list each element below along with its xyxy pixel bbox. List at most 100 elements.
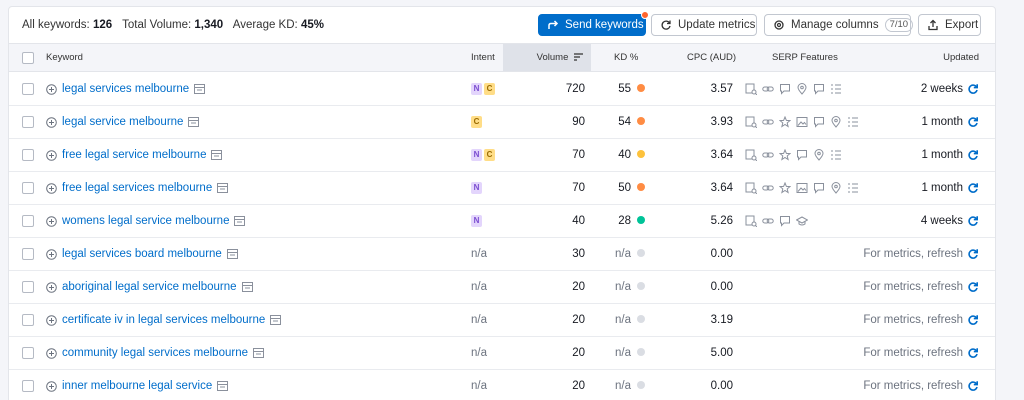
update-metrics-label: Update metrics — [678, 19, 756, 31]
volume-cell: 30 — [572, 248, 585, 260]
serp-snapshot-icon[interactable] — [253, 348, 264, 358]
updated-cell: For metrics, refresh — [863, 238, 979, 270]
table-row: aboriginal legal service melbourne n/a 20 n… — [9, 271, 995, 304]
keyword-link[interactable]: legal services melbourne — [62, 73, 189, 105]
column-keyword[interactable]: Keyword — [46, 44, 83, 71]
send-keywords-button[interactable]: Send keywords — [538, 11, 649, 36]
refresh-icon[interactable] — [967, 314, 979, 326]
kd-indicator — [637, 248, 645, 257]
add-to-list-icon[interactable] — [46, 380, 57, 392]
refresh-icon — [661, 20, 671, 30]
refresh-icon[interactable] — [967, 380, 979, 392]
kd-indicator — [637, 281, 645, 290]
star-icon — [779, 149, 791, 161]
row-checkbox[interactable] — [22, 281, 34, 293]
serp-snapshot-icon[interactable] — [217, 381, 229, 391]
keyword-link[interactable]: aboriginal legal service melbourne — [62, 271, 237, 303]
add-to-list-icon[interactable] — [46, 215, 57, 227]
keyword-link[interactable]: womens legal service melbourne — [62, 205, 229, 237]
export-button[interactable]: Export — [918, 14, 981, 36]
updated-cell: For metrics, refresh — [863, 271, 979, 303]
serp-snapshot-icon[interactable] — [270, 315, 282, 325]
serp-snapshot-icon[interactable] — [234, 216, 246, 226]
row-checkbox[interactable] — [22, 314, 34, 326]
add-to-list-icon[interactable] — [46, 314, 57, 326]
column-volume-label: Volume — [536, 52, 569, 63]
kd-value: n/a — [615, 314, 631, 326]
select-all-checkbox[interactable] — [22, 52, 34, 64]
column-cpc[interactable]: CPC (AUD) — [687, 44, 736, 71]
link-icon — [762, 218, 774, 224]
kd-indicator — [637, 149, 645, 158]
refresh-icon[interactable] — [967, 347, 979, 359]
refresh-icon[interactable] — [967, 83, 979, 95]
volume-cell: 20 — [572, 347, 585, 359]
serp-snapshot-icon[interactable] — [188, 117, 200, 127]
row-checkbox[interactable] — [22, 182, 34, 194]
add-to-list-icon[interactable] — [46, 281, 57, 293]
intent-cell: NC — [471, 139, 497, 171]
refresh-icon[interactable] — [967, 281, 979, 293]
link-icon — [762, 86, 774, 92]
kd-cell: 54 — [591, 106, 645, 138]
local-pack-icon — [797, 83, 807, 95]
keyword-link[interactable]: free legal services melbourne — [62, 172, 212, 204]
add-to-list-icon[interactable] — [46, 149, 57, 161]
intent-badge: C — [471, 115, 482, 128]
column-kd[interactable]: KD % — [614, 44, 638, 71]
add-to-list-icon[interactable] — [46, 347, 57, 359]
add-to-list-icon[interactable] — [46, 182, 57, 194]
cpc-cell: 5.26 — [710, 215, 733, 227]
column-volume[interactable]: Volume — [503, 44, 591, 71]
serp-snapshot-icon[interactable] — [217, 183, 229, 193]
row-checkbox[interactable] — [22, 347, 34, 359]
keyword-link[interactable]: legal service melbourne — [62, 106, 183, 138]
row-checkbox[interactable] — [22, 149, 34, 161]
add-to-list-icon[interactable] — [46, 83, 57, 95]
refresh-icon[interactable] — [967, 116, 979, 128]
manage-columns-button[interactable]: Manage columns 7/10 — [764, 14, 914, 36]
serp-snapshot-icon[interactable] — [241, 282, 253, 292]
keyword-summary: All keywords: 126 Total Volume: 1,340 Av… — [22, 19, 324, 31]
serp-snapshot-icon[interactable] — [194, 84, 206, 94]
update-metrics-button[interactable]: Update metrics — [651, 14, 757, 36]
refresh-icon[interactable] — [967, 182, 979, 194]
updated-value: 4 weeks — [920, 215, 963, 227]
column-serp-features[interactable]: SERP Features — [772, 44, 838, 71]
column-intent[interactable]: Intent — [471, 44, 495, 71]
kd-value: n/a — [615, 380, 631, 392]
keyword-link[interactable]: inner melbourne legal service — [62, 370, 212, 400]
keyword-link[interactable]: free legal service melbourne — [62, 139, 206, 171]
updated-cell: 1 month — [921, 139, 979, 171]
add-to-list-icon[interactable] — [46, 116, 57, 128]
notification-dot — [641, 11, 649, 19]
row-checkbox[interactable] — [22, 215, 34, 227]
row-checkbox[interactable] — [22, 380, 34, 392]
keyword-cell: legal services melbourne — [46, 73, 206, 105]
volume-cell: 90 — [572, 116, 585, 128]
kd-value: n/a — [615, 281, 631, 293]
kd-cell: n/a — [591, 370, 645, 400]
keyword-link[interactable]: certificate iv in legal services melbour… — [62, 304, 265, 336]
row-checkbox[interactable] — [22, 83, 34, 95]
volume-cell: 40 — [572, 215, 585, 227]
volume-cell: 70 — [572, 149, 585, 161]
keyword-link[interactable]: legal services board melbourne — [62, 238, 222, 270]
keyword-cell: certificate iv in legal services melbour… — [46, 304, 282, 336]
kd-value: n/a — [615, 347, 631, 359]
refresh-icon[interactable] — [967, 149, 979, 161]
row-checkbox[interactable] — [22, 248, 34, 260]
add-to-list-icon[interactable] — [46, 248, 57, 260]
search-result-icon — [745, 116, 757, 128]
keyword-link[interactable]: community legal services melbourne — [62, 337, 248, 369]
review-icon — [797, 150, 807, 161]
kd-value: 54 — [618, 116, 631, 128]
table-row: free legal service melbourne N C 70 40 3.64 1 … — [9, 139, 995, 172]
serp-snapshot-icon[interactable] — [226, 249, 238, 259]
refresh-icon[interactable] — [967, 215, 979, 227]
serp-snapshot-icon[interactable] — [211, 150, 223, 160]
refresh-icon[interactable] — [967, 248, 979, 260]
serp-features-cell — [745, 106, 859, 138]
column-updated[interactable]: Updated — [943, 44, 979, 71]
row-checkbox[interactable] — [22, 116, 34, 128]
